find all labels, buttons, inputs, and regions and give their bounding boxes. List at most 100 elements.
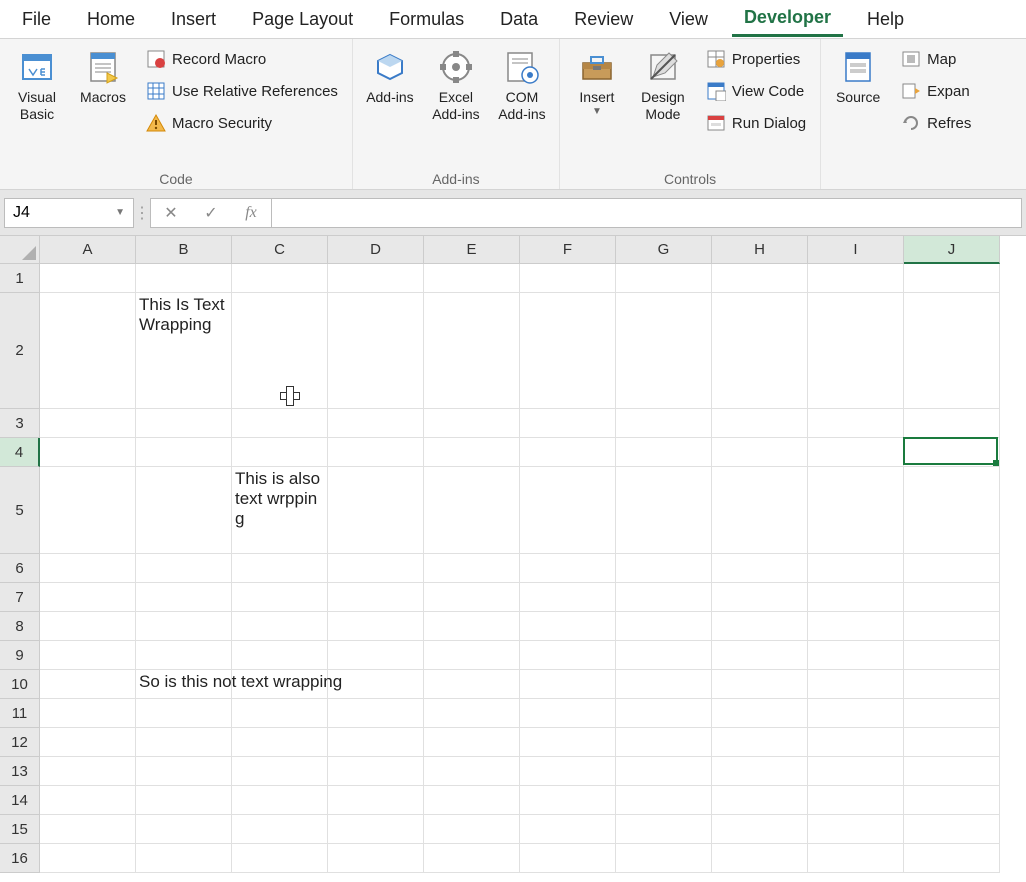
enter-icon[interactable]: ✓ [191,203,231,223]
cell-H15[interactable] [712,815,808,844]
cell-E6[interactable] [424,554,520,583]
row-header-1[interactable]: 1 [0,264,40,293]
cell-B14[interactable] [136,786,232,815]
cell-B4[interactable] [136,438,232,467]
cell-C11[interactable] [232,699,328,728]
cell-I16[interactable] [808,844,904,873]
cell-A12[interactable] [40,728,136,757]
cell-G3[interactable] [616,409,712,438]
cell-H12[interactable] [712,728,808,757]
cell-E3[interactable] [424,409,520,438]
cell-G16[interactable] [616,844,712,873]
cell-H14[interactable] [712,786,808,815]
cell-F6[interactable] [520,554,616,583]
cell-F7[interactable] [520,583,616,612]
cell-A4[interactable] [40,438,136,467]
cell-E11[interactable] [424,699,520,728]
cell-G1[interactable] [616,264,712,293]
cell-B9[interactable] [136,641,232,670]
cell-D6[interactable] [328,554,424,583]
row-header-8[interactable]: 8 [0,612,40,641]
cancel-icon[interactable]: ✕ [151,203,191,223]
cell-D13[interactable] [328,757,424,786]
cell-J10[interactable] [904,670,1000,699]
cell-B13[interactable] [136,757,232,786]
cell-G11[interactable] [616,699,712,728]
cell-E1[interactable] [424,264,520,293]
cell-B15[interactable] [136,815,232,844]
cell-G15[interactable] [616,815,712,844]
cell-G4[interactable] [616,438,712,467]
cell-E5[interactable] [424,467,520,554]
cell-C9[interactable] [232,641,328,670]
cell-I7[interactable] [808,583,904,612]
cell-B6[interactable] [136,554,232,583]
source-button[interactable]: Source [829,45,887,110]
fx-icon[interactable]: fx [231,204,271,222]
row-header-4[interactable]: 4 [0,438,40,467]
cell-H13[interactable] [712,757,808,786]
cell-J2[interactable] [904,293,1000,409]
tab-file[interactable]: File [10,3,63,36]
cell-J15[interactable] [904,815,1000,844]
cell-I14[interactable] [808,786,904,815]
cell-G10[interactable] [616,670,712,699]
cell-G2[interactable] [616,293,712,409]
cell-C1[interactable] [232,264,328,293]
cell-B3[interactable] [136,409,232,438]
cell-G7[interactable] [616,583,712,612]
cell-C6[interactable] [232,554,328,583]
cell-A9[interactable] [40,641,136,670]
cell-A6[interactable] [40,554,136,583]
cell-J1[interactable] [904,264,1000,293]
cell-C7[interactable] [232,583,328,612]
tab-home[interactable]: Home [75,3,147,36]
cell-F16[interactable] [520,844,616,873]
col-header-I[interactable]: I [808,236,904,264]
col-header-E[interactable]: E [424,236,520,264]
cell-E8[interactable] [424,612,520,641]
col-header-H[interactable]: H [712,236,808,264]
cell-E15[interactable] [424,815,520,844]
cell-C12[interactable] [232,728,328,757]
cell-J6[interactable] [904,554,1000,583]
row-header-6[interactable]: 6 [0,554,40,583]
cell-G12[interactable] [616,728,712,757]
cell-C13[interactable] [232,757,328,786]
cell-I13[interactable] [808,757,904,786]
cell-E14[interactable] [424,786,520,815]
excel-addins-button[interactable]: Excel Add-ins [427,45,485,127]
cell-I6[interactable] [808,554,904,583]
col-header-C[interactable]: C [232,236,328,264]
cell-H16[interactable] [712,844,808,873]
cell-G13[interactable] [616,757,712,786]
cell-H2[interactable] [712,293,808,409]
cell-B7[interactable] [136,583,232,612]
cell-H7[interactable] [712,583,808,612]
cell-D15[interactable] [328,815,424,844]
row-header-2[interactable]: 2 [0,293,40,409]
cell-C3[interactable] [232,409,328,438]
cell-H3[interactable] [712,409,808,438]
cell-D9[interactable] [328,641,424,670]
cell-F13[interactable] [520,757,616,786]
expansion-packs-button[interactable]: Expan [895,77,977,105]
cell-B1[interactable] [136,264,232,293]
row-header-3[interactable]: 3 [0,409,40,438]
row-header-11[interactable]: 11 [0,699,40,728]
cell-D16[interactable] [328,844,424,873]
cell-D1[interactable] [328,264,424,293]
cell-J5[interactable] [904,467,1000,554]
refresh-data-button[interactable]: Refres [895,109,977,137]
cell-A3[interactable] [40,409,136,438]
cell-F8[interactable] [520,612,616,641]
row-header-5[interactable]: 5 [0,467,40,554]
addins-button[interactable]: Add-ins [361,45,419,110]
chevron-down-icon[interactable]: ▼ [115,207,125,218]
row-header-14[interactable]: 14 [0,786,40,815]
tab-page-layout[interactable]: Page Layout [240,3,365,36]
cell-I10[interactable] [808,670,904,699]
cell-A10[interactable] [40,670,136,699]
cell-E2[interactable] [424,293,520,409]
cell-E13[interactable] [424,757,520,786]
